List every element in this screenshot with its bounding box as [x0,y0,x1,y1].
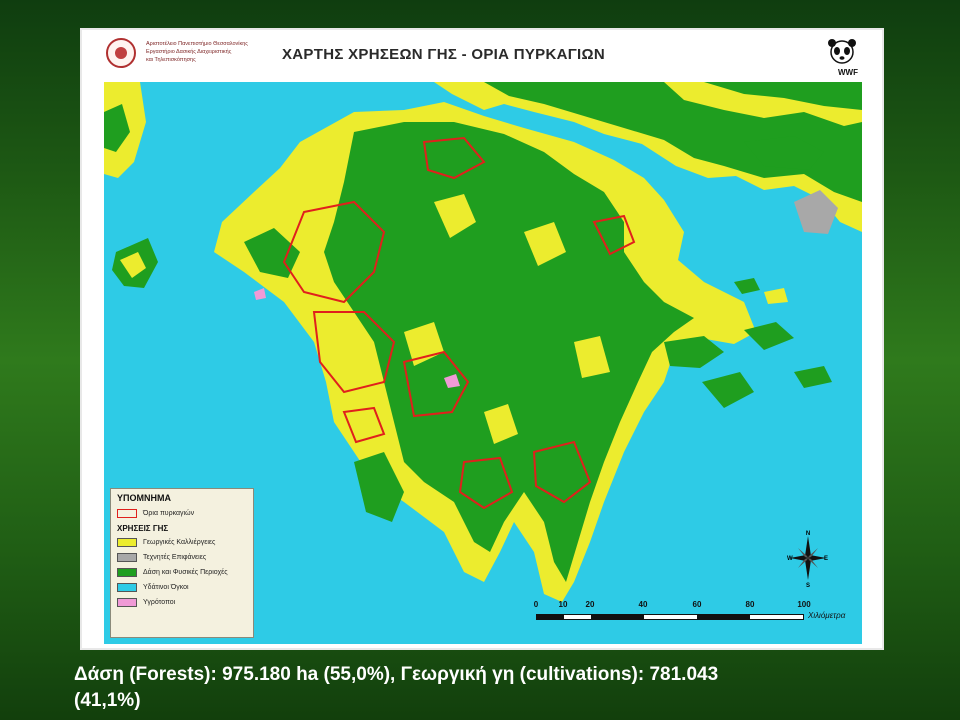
institution-line: Εργαστήριο Δασικής Διαχειριστικής [146,49,232,55]
legend-swatch [117,553,137,562]
slide-caption: Δάση (Forests): 975.180 ha (55,0%), Γεωρ… [74,662,914,714]
legend-section-title: ΧΡΗΣΕΙΣ ΓΗΣ [117,524,169,533]
institution-text: Αριστοτέλειο Πανεπιστήμιο Θεσσαλονίκης Ε… [146,40,256,64]
scale-tick: 60 [692,600,702,609]
caption-line: Δάση (Forests): 975.180 ha (55,0%), Γεωρ… [74,664,719,685]
legend-item-fire-boundaries: Όρια πυρκαγιών [117,506,247,521]
legend-item: Δάση και Φυσικές Περιοχές [117,565,247,580]
scale-labels: 0 10 20 40 60 80 100 [534,600,834,612]
logo-text: WWF [838,68,858,77]
scale-track [536,614,804,620]
scale-tick: 20 [585,600,595,609]
legend-title: ΥΠΟΜΝΗΜΑ [117,493,171,503]
scale-segment [537,615,564,619]
legend-swatch [117,538,137,547]
compass-rose-icon: N S W E [787,531,828,588]
legend-item: Γεωργικές Καλλιέργειες [117,535,247,550]
map-legend: ΥΠΟΜΝΗΜΑ Όρια πυρκαγιών ΧΡΗΣΕΙΣ ΓΗΣ Γεωρ… [110,488,254,638]
legend-label: Τεχνητές Επιφάνειες [143,554,207,561]
scale-tick: 0 [533,600,539,609]
land-use-map-panel: Αριστοτέλειο Πανεπιστήμιο Θεσσαλονίκης Ε… [80,28,884,650]
caption-line: (41,1%) [74,690,141,711]
institution-line: Αριστοτέλειο Πανεπιστήμιο Θεσσαλονίκης [146,41,248,47]
scale-segment [591,615,644,619]
compass-north: N [806,531,810,537]
map-header: Αριστοτέλειο Πανεπιστήμιο Θεσσαλονίκης Ε… [82,30,882,82]
legend-swatch [117,598,137,607]
legend-label: Όρια πυρκαγιών [143,510,195,517]
legend-label: Υγρότοποι [143,599,176,606]
legend-swatch [117,568,137,577]
compass-west: W [787,556,793,562]
legend-item: Τεχνητές Επιφάνειες [117,550,247,565]
legend-item: Υγρότοποι [117,595,247,610]
legend-label: Υδάτινοι Όγκοι [143,584,189,591]
compass-east: E [824,556,828,562]
legend-swatch [117,583,137,592]
scale-tick: 80 [745,600,755,609]
slide: Αριστοτέλειο Πανεπιστήμιο Θεσσαλονίκης Ε… [0,0,960,720]
scale-bar: 0 10 20 40 60 80 100 Χιλιόμετρα [534,600,864,640]
scale-segment [697,615,750,619]
university-seal-icon [106,38,136,68]
scale-unit: Χιλιόμετρα [808,611,846,620]
scale-tick: 10 [558,600,568,609]
scale-tick: 40 [638,600,648,609]
compass-south: S [806,583,810,588]
map-title: ΧΑΡΤΗΣ ΧΡΗΣΕΩΝ ΓΗΣ - ΟΡΙΑ ΠΥΡΚΑΓΙΩΝ [282,46,605,63]
legend-label: Δάση και Φυσικές Περιοχές [143,569,228,576]
scale-tick: 100 [797,600,811,609]
institution-line: και Τηλεπισκόπησης [146,57,196,63]
legend-item: Υδάτινοι Όγκοι [117,580,247,595]
legend-label: Γεωργικές Καλλιέργειες [143,539,216,546]
fire-boundary-swatch [117,509,137,518]
